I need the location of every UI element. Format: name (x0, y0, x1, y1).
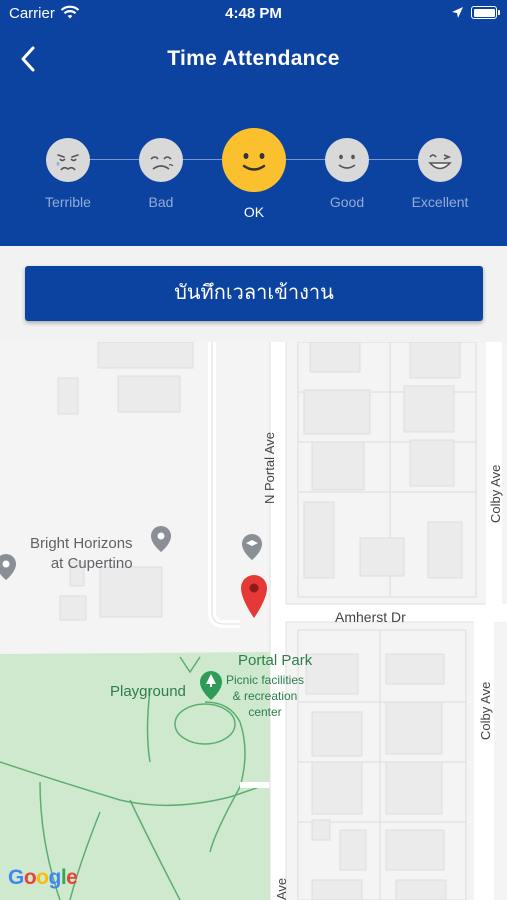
google-logo: Google (8, 866, 78, 889)
map-canvas (0, 342, 507, 900)
rating-bad[interactable]: Bad (139, 138, 183, 210)
street-amherst-dr: Amherst Dr (335, 609, 406, 625)
map-view[interactable]: Bright Horizons at Cupertino N Portal Av… (0, 342, 507, 900)
status-bar: Carrier 4:48 PM (0, 0, 507, 28)
rating-terrible[interactable]: Terrible (45, 138, 91, 210)
page-title: Time Attendance (167, 47, 340, 70)
bad-face-icon (139, 138, 183, 182)
ok-face-icon (222, 128, 286, 192)
rating-excellent[interactable]: Excellent (412, 138, 468, 210)
location-arrow-icon (451, 6, 464, 23)
street-colby-ave-bottom: Colby Ave (478, 681, 493, 740)
battery-icon (471, 6, 500, 19)
check-in-button[interactable]: บันทึกเวลาเข้างาน (25, 266, 483, 321)
terrible-face-icon (46, 138, 90, 182)
playground-label: Playground (110, 683, 186, 700)
clock: 4:48 PM (225, 5, 282, 22)
park-description-label: Picnic facilities & recreation center (226, 673, 305, 719)
app-header: Carrier 4:48 PM Time Attendance Terrible… (0, 0, 507, 246)
school-label: Bright Horizons at Cupertino (30, 535, 133, 572)
excellent-face-icon (418, 138, 462, 182)
rating-label: Excellent (411, 194, 469, 210)
rating-ok[interactable]: OK (222, 128, 286, 220)
rating-good[interactable]: Good (325, 138, 369, 210)
good-face-icon (325, 138, 369, 182)
street-ave-bottom: Ave (274, 877, 289, 900)
street-n-portal-ave: N Portal Ave (262, 431, 277, 504)
street-colby-ave-top: Colby Ave (488, 464, 503, 523)
park-name-label: Portal Park (238, 652, 313, 669)
